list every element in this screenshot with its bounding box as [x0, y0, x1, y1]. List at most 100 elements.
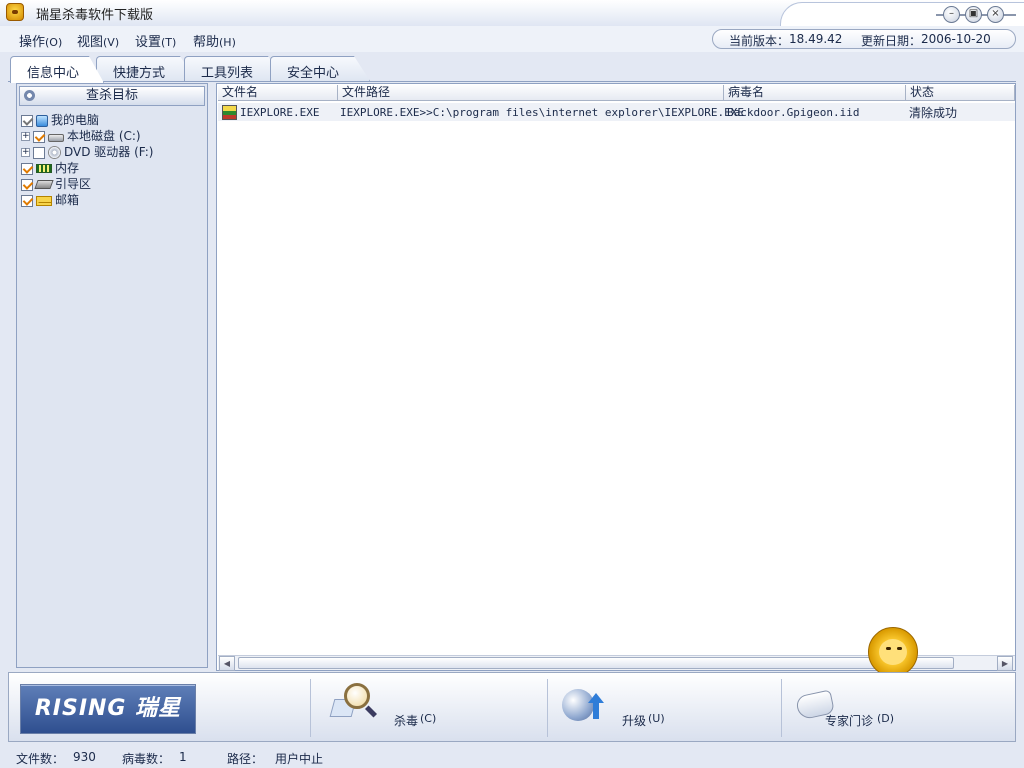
menu-view[interactable]: 视图(V): [77, 31, 119, 50]
action-toolbar: RISING 瑞星 杀毒 (C) 升级 (U) 专家门诊 (D): [8, 672, 1016, 742]
tab-shortcuts[interactable]: 快捷方式: [96, 56, 196, 81]
menu-settings-label: 设置: [135, 35, 162, 50]
target-header-icon: [24, 90, 35, 101]
update-date-value: 2006-10-20: [921, 32, 991, 46]
virus-count-label: 病毒数：: [122, 752, 171, 766]
memory-icon: [36, 164, 52, 173]
mailbox-icon: [36, 195, 52, 206]
update-button[interactable]: 升级 (U): [562, 681, 682, 735]
menu-view-hotkey: (V): [103, 36, 120, 49]
menu-help[interactable]: 帮助(H): [193, 31, 236, 50]
scan-target-header[interactable]: 查杀目标: [19, 86, 205, 106]
tree-label-mailbox: 邮箱: [55, 193, 80, 207]
window-title: 瑞星杀毒软件下载版: [36, 8, 154, 23]
title-bar: 瑞星杀毒软件下载版 – ▣ ×: [0, 0, 1024, 26]
tab-strip: 信息中心 快捷方式 工具列表 安全中心: [8, 56, 1016, 83]
expert-clinic-hotkey: (D): [877, 712, 895, 725]
checkbox-mailbox[interactable]: [21, 194, 33, 207]
mascot-eye-right: [897, 647, 902, 650]
update-icon-shaft: [593, 703, 599, 719]
scan-target-panel: 查杀目标 我的电脑 + 本地磁盘 (C:) + DVD 驱动器 (F:) 内存 引导…: [16, 83, 208, 668]
tree-label-memory: 内存: [55, 161, 80, 175]
column-header-virus-name[interactable]: 病毒名: [724, 85, 906, 101]
expert-clinic-label: 专家门诊: [825, 714, 874, 728]
version-label: 当前版本：: [729, 34, 790, 48]
scroll-left-button[interactable]: ◀: [219, 656, 235, 671]
boot-sector-icon: [34, 180, 54, 189]
main-window: 瑞星杀毒软件下载版 – ▣ × 操作(O) 视图(V) 设置(T) 帮助(H) …: [0, 0, 1024, 768]
scan-button-hotkey: (C): [420, 712, 437, 725]
checkbox-dvd-drive-f[interactable]: [33, 146, 45, 159]
menu-settings-hotkey: (T): [161, 36, 177, 49]
menu-operation-hotkey: (O): [45, 36, 63, 49]
menu-help-label: 帮助: [193, 35, 220, 50]
update-date-label: 更新日期：: [861, 34, 922, 48]
cell-file-path: IEXPLORE.EXE>>C:\program files\internet …: [340, 106, 744, 119]
toolbar-separator: [547, 679, 548, 737]
menu-operation-label: 操作: [19, 35, 46, 50]
version-value: 18.49.42: [789, 32, 843, 46]
tree-item-local-disk-c[interactable]: + 本地磁盘 (C:): [21, 128, 141, 144]
checkbox-memory[interactable]: [21, 162, 33, 175]
cell-virus-name: Backdoor.Gpigeon.iid: [727, 106, 860, 119]
scroll-right-button[interactable]: ▶: [997, 656, 1013, 671]
scan-icon-handle: [364, 705, 378, 718]
scan-button[interactable]: 杀毒 (C): [329, 681, 452, 735]
scroll-thumb[interactable]: [238, 657, 954, 669]
menu-settings[interactable]: 设置(T): [135, 31, 176, 50]
column-header-file-path[interactable]: 文件路径: [338, 85, 724, 101]
tree-item-memory[interactable]: 内存: [21, 160, 79, 176]
menu-operation[interactable]: 操作(O): [19, 31, 62, 50]
file-count-value: 930: [73, 750, 96, 764]
magnifier-scan-icon: [329, 683, 378, 723]
dvd-drive-icon: [48, 146, 61, 159]
restore-button[interactable]: ▣: [965, 6, 982, 23]
column-header-status[interactable]: 状态: [906, 85, 1015, 101]
expert-clinic-button[interactable]: 专家门诊 (D): [793, 681, 953, 735]
menu-view-label: 视图: [77, 35, 104, 50]
scan-path-label: 路径：: [227, 752, 264, 766]
menu-help-hotkey: (H): [219, 36, 236, 49]
tab-info-center[interactable]: 信息中心: [10, 56, 104, 83]
mascot-face: [879, 639, 907, 665]
lion-logo-icon: [6, 3, 24, 21]
scan-results-list[interactable]: 文件名 文件路径 病毒名 状态 IEXPLORE.EXE IEXPLORE.EX…: [216, 83, 1016, 671]
update-button-hotkey: (U): [648, 712, 665, 725]
tree-label-dvd-drive-f: DVD 驱动器 (F:): [64, 145, 154, 159]
globe-update-icon: [562, 685, 604, 725]
mascot-eye-left: [886, 647, 891, 650]
tree-label-local-disk-c: 本地磁盘 (C:): [67, 129, 141, 143]
expand-toggle-f[interactable]: +: [21, 148, 30, 157]
version-info: 当前版本： 18.49.42 更新日期： 2006-10-20: [712, 29, 1016, 49]
hard-drive-icon: [48, 134, 64, 142]
tree-item-my-computer[interactable]: 我的电脑: [21, 112, 99, 128]
rising-brand-logo: RISING 瑞星: [20, 684, 196, 734]
tree-item-dvd-drive-f[interactable]: + DVD 驱动器 (F:): [21, 144, 154, 160]
update-icon-arrow: [588, 693, 604, 703]
toolbar-separator: [310, 679, 311, 737]
update-button-label: 升级: [622, 714, 647, 728]
tab-security-center[interactable]: 安全中心: [270, 56, 370, 81]
computer-icon: [36, 114, 48, 127]
checkbox-local-disk-c[interactable]: [33, 130, 45, 143]
close-button[interactable]: ×: [987, 6, 1004, 23]
virus-count-value: 1: [179, 750, 187, 764]
tree-label-boot-sector: 引导区: [55, 177, 92, 191]
scan-icon-lens: [344, 683, 370, 709]
cell-file-name: IEXPLORE.EXE: [240, 106, 320, 119]
tree-item-boot-sector[interactable]: 引导区: [21, 176, 91, 192]
minimize-button[interactable]: –: [943, 6, 960, 23]
toolbar-separator: [781, 679, 782, 737]
column-header-file-name[interactable]: 文件名: [218, 85, 338, 101]
checkbox-my-computer[interactable]: [21, 114, 33, 127]
tab-tool-list[interactable]: 工具列表: [184, 56, 284, 81]
scan-path-value: 用户中止: [275, 752, 324, 766]
scan-button-label: 杀毒: [394, 714, 419, 728]
tree-item-mailbox[interactable]: 邮箱: [21, 192, 79, 208]
tree-label-my-computer: 我的电脑: [51, 113, 100, 127]
file-count-label: 文件数：: [16, 752, 65, 766]
scan-target-title: 查杀目标: [85, 88, 138, 103]
cell-status: 清除成功: [909, 106, 958, 120]
checkbox-boot-sector[interactable]: [21, 178, 33, 191]
expand-toggle-c[interactable]: +: [21, 132, 30, 141]
